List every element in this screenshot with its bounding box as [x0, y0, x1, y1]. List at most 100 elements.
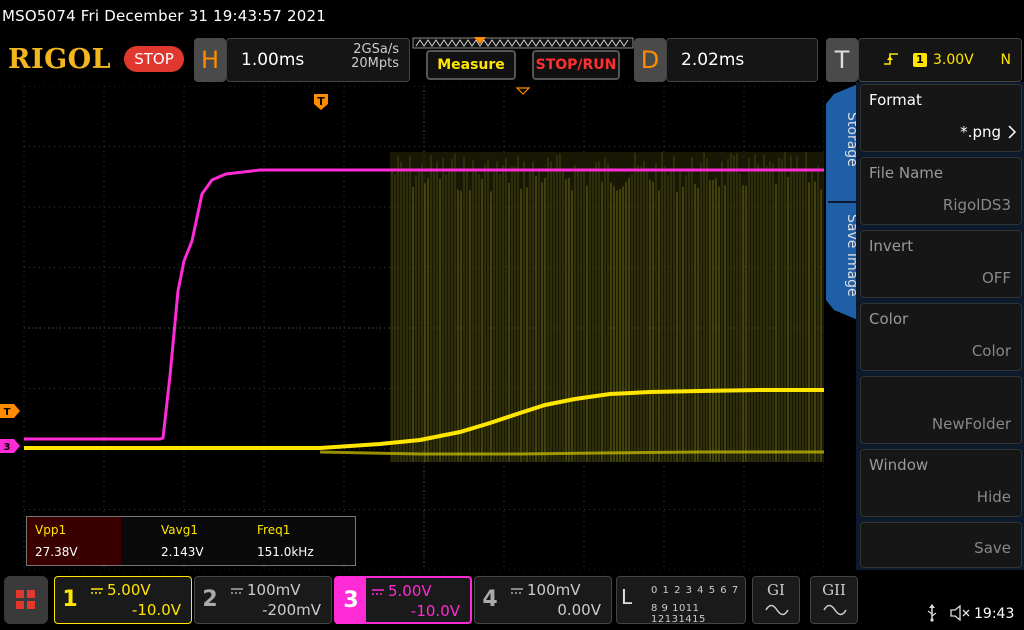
measurement-value: 27.38V	[35, 545, 78, 559]
waveform-canvas: T T 3	[0, 86, 824, 570]
la-channels-high: 8 9 1011 12131415	[651, 603, 706, 625]
memory-position-strip	[412, 37, 634, 49]
channel-number: 4	[482, 587, 498, 612]
measurement-vavg: Vavg1 2.143V	[153, 517, 247, 565]
title-bar: MSO5074 Fri December 31 19:43:57 2021	[0, 0, 1024, 34]
dc-coupling-icon	[511, 588, 523, 594]
sample-rate: 2GSa/s	[353, 42, 399, 57]
dc-coupling-icon	[372, 589, 384, 595]
measurement-results[interactable]: Vpp1 27.38V Vavg1 2.143V Freq1 151.0kHz	[26, 516, 356, 566]
menu-item-value: OFF	[981, 269, 1011, 287]
dc-coupling-icon	[91, 588, 103, 594]
trigger-menu-button[interactable]: T	[826, 38, 858, 82]
menu-item-value: NewFolder	[931, 415, 1011, 433]
generator-2-box[interactable]: GII	[810, 576, 858, 624]
menu-format[interactable]: Format *.png	[860, 84, 1022, 152]
rigol-logo: RIGOL	[8, 44, 112, 75]
delay-panel[interactable]: 2.02ms	[666, 38, 818, 82]
sine-wave-icon	[765, 604, 789, 616]
rising-edge-icon	[884, 53, 898, 65]
generator-label: GI	[767, 581, 785, 599]
menu-save[interactable]: Save	[860, 522, 1022, 568]
channel-offset: -200mV	[262, 601, 321, 619]
channel-number: 2	[202, 587, 218, 612]
trigger-source-badge: 1	[913, 53, 927, 67]
usb-icon	[927, 604, 937, 622]
measurement-name: Vavg1	[161, 523, 198, 537]
channel-4-box[interactable]: 4 100mV 0.00V	[474, 576, 612, 624]
trigger-level-marker: T	[0, 404, 20, 418]
measurement-freq: Freq1 151.0kHz	[249, 517, 343, 565]
speaker-muted-icon[interactable]	[950, 605, 970, 621]
measure-button[interactable]: Measure	[426, 50, 516, 80]
delay-value: 2.02ms	[681, 50, 745, 70]
menu-invert[interactable]: Invert OFF	[860, 230, 1022, 298]
menu-item-value: Hide	[976, 488, 1011, 506]
measurement-name: Freq1	[257, 523, 291, 537]
logic-analyzer-box[interactable]: L 0 1 2 3 4 5 6 7 8 9 1011 12131415	[616, 576, 746, 625]
tab-save-image[interactable]: Save Image	[826, 214, 860, 297]
save-image-menu: Format *.png File Name RigolDS3 Invert O…	[856, 82, 1024, 570]
channel-offset: 0.00V	[557, 601, 601, 619]
measurement-name: Vpp1	[35, 523, 67, 537]
trigger-panel[interactable]: 1 3.00V N	[858, 38, 1022, 82]
channel-2-box[interactable]: 2 100mV -200mV	[194, 576, 332, 624]
menu-item-title: Format	[869, 91, 922, 109]
menu-item-value: Save	[974, 539, 1011, 557]
menu-window[interactable]: Window Hide	[860, 449, 1022, 517]
menu-item-title: Window	[869, 456, 929, 474]
home-button[interactable]	[4, 576, 48, 624]
menu-file-name[interactable]: File Name RigolDS3	[860, 157, 1022, 225]
channel-3-box[interactable]: 3 5.00V -10.0V	[334, 576, 472, 624]
menu-item-value: Color	[971, 342, 1011, 360]
trigger-level: 3.00V	[933, 52, 974, 68]
menu-item-title: Invert	[869, 237, 914, 255]
la-letter: L	[621, 585, 633, 609]
channel-scale: 100mV	[527, 581, 581, 599]
sine-wave-icon	[823, 604, 847, 616]
delay-menu-button[interactable]: D	[634, 38, 666, 82]
measurement-value: 151.0kHz	[257, 545, 314, 559]
horizontal-menu-button[interactable]: H	[194, 38, 226, 82]
generator-label: GII	[822, 581, 846, 599]
channel-offset: -10.0V	[131, 601, 181, 619]
menu-item-value: RigolDS3	[942, 196, 1011, 214]
la-channels-low: 0 1 2 3 4 5 6 7	[651, 585, 740, 596]
measurement-value: 2.143V	[161, 545, 204, 559]
channel-number: 1	[62, 587, 78, 612]
ch3-ground-marker: 3	[0, 439, 20, 453]
toolbar: RIGOL STOP H 1.00ms 2GSa/s 20Mpts Measur…	[0, 34, 1024, 86]
chevron-right-icon	[1008, 125, 1017, 139]
trigger-time-marker: T	[314, 94, 328, 110]
generator-1-box[interactable]: GI	[752, 576, 800, 624]
menu-item-title: File Name	[869, 164, 944, 182]
dc-coupling-icon	[231, 588, 243, 594]
horizontal-panel[interactable]: 1.00ms 2GSa/s 20Mpts	[226, 38, 410, 82]
status-clock: 19:43	[974, 606, 1015, 622]
grid-menu-icon	[16, 590, 35, 609]
run-state-badge[interactable]: STOP	[124, 46, 184, 72]
trigger-level-marker-label: T	[4, 407, 11, 418]
menu-item-value: *.png	[960, 123, 1001, 141]
sample-rate-info: 2GSa/s 20Mpts	[351, 43, 399, 71]
ch3-ground-marker-label: 3	[4, 442, 11, 453]
channel-scale: 5.00V	[388, 582, 432, 600]
channel-scale: 5.00V	[107, 581, 151, 599]
channel-bar: 1 5.00V -10.0V 2 100mV -200mV 3 5.00V -1…	[0, 572, 1024, 630]
measurement-vpp: Vpp1 27.38V	[27, 517, 121, 565]
trigger-time-marker-label: T	[317, 95, 325, 108]
menu-color[interactable]: Color Color	[860, 303, 1022, 371]
window-title: MSO5074 Fri December 31 19:43:57 2021	[2, 7, 326, 25]
memory-depth: 20Mpts	[351, 56, 399, 71]
channel-scale: 100mV	[247, 581, 301, 599]
stop-run-button[interactable]: STOP/RUN	[532, 50, 620, 80]
center-marker	[515, 87, 531, 95]
tab-storage[interactable]: Storage	[826, 112, 860, 167]
menu-item-title: Color	[869, 310, 909, 328]
trigger-mode: N	[1000, 52, 1011, 68]
menu-new-folder[interactable]: NewFolder	[860, 376, 1022, 444]
channel-offset: -10.0V	[410, 602, 460, 620]
timebase-value: 1.00ms	[241, 50, 305, 70]
channel-1-box[interactable]: 1 5.00V -10.0V	[54, 576, 192, 624]
channel-number: 3	[336, 578, 366, 624]
